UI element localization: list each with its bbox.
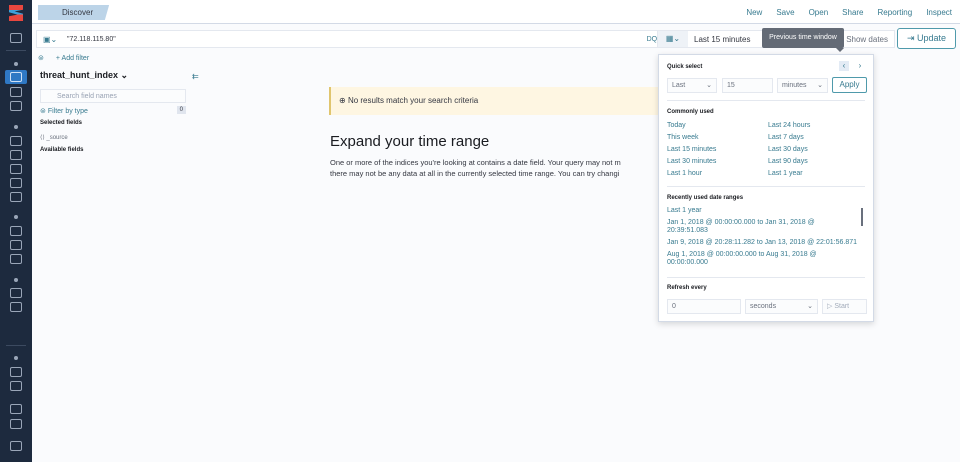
- common-last-30-minutes[interactable]: Last 30 minutes: [667, 158, 716, 165]
- common-last-7-days[interactable]: Last 7 days: [768, 134, 804, 141]
- no-results-callout: ⊕ No results match your search criteria: [329, 87, 669, 115]
- recent-range[interactable]: Jan 1, 2018 @ 00:00:00.000 to Jan 31, 20…: [667, 219, 857, 235]
- menu-open[interactable]: Open: [809, 8, 829, 17]
- refresh-unit-select[interactable]: seconds ⌄: [745, 299, 818, 314]
- tense-select[interactable]: Last ⌄: [667, 78, 717, 93]
- logo-icon: [9, 5, 23, 21]
- filter-by-type[interactable]: ⊜ Filter by type 0: [40, 106, 190, 115]
- page-title: Expand your time range: [330, 133, 490, 150]
- notebooks-icon[interactable]: [10, 150, 22, 160]
- common-last-90-days[interactable]: Last 90 days: [768, 158, 808, 165]
- saved-query-icon[interactable]: ▣⌄: [43, 35, 57, 44]
- query-input[interactable]: ▣⌄ "72.118.115.80" DQL ⚙: [36, 30, 686, 48]
- menu-save[interactable]: Save: [776, 8, 794, 17]
- common-this-week[interactable]: This week: [667, 134, 699, 141]
- info-icon[interactable]: [10, 367, 22, 377]
- stack-icon[interactable]: [10, 288, 22, 298]
- side-nav: [0, 0, 32, 462]
- dev-tools-icon[interactable]: [10, 302, 22, 312]
- available-fields-label: Available fields: [40, 147, 84, 153]
- quick-select-popover: Quick select ‹ › Last ⌄ 15 minutes ⌄ App…: [658, 54, 874, 322]
- scrollbar[interactable]: [861, 208, 863, 226]
- help-text: One or more of the indices you're lookin…: [330, 158, 621, 178]
- common-last-15-minutes[interactable]: Last 15 minutes: [667, 146, 716, 153]
- recent-range[interactable]: Last 1 year: [667, 207, 857, 215]
- dashboard-icon[interactable]: [10, 101, 22, 111]
- unit-select[interactable]: minutes ⌄: [777, 78, 828, 93]
- selected-fields-label: Selected fields: [40, 120, 83, 126]
- menu-share[interactable]: Share: [842, 8, 863, 17]
- refresh-interval-input[interactable]: 0: [667, 299, 741, 314]
- search-field-input[interactable]: Search field names: [40, 89, 186, 103]
- menu-new[interactable]: New: [746, 8, 762, 17]
- previous-arrow-icon[interactable]: ‹: [839, 61, 849, 71]
- home-icon[interactable]: [10, 33, 22, 43]
- collapse-sidebar-icon[interactable]: ⇇: [192, 72, 199, 81]
- tooltip: Previous time window: [762, 28, 844, 52]
- recent-range[interactable]: Aug 1, 2018 @ 00:00:00.000 to Aug 31, 20…: [667, 251, 857, 267]
- logs-icon[interactable]: [10, 192, 22, 202]
- filter-icon[interactable]: ⊜: [38, 55, 44, 62]
- discover-icon[interactable]: [10, 72, 22, 82]
- start-button[interactable]: ▷ Start: [822, 299, 867, 314]
- common-last-30-days[interactable]: Last 30 days: [768, 146, 808, 153]
- alerts-icon[interactable]: [10, 240, 22, 250]
- user-icon[interactable]: [10, 419, 22, 429]
- analytics-icon[interactable]: [10, 226, 22, 236]
- index-pattern-selector[interactable]: threat_hunt_index ⌄: [40, 70, 190, 81]
- common-last-24-hours[interactable]: Last 24 hours: [768, 122, 810, 129]
- menu-reporting[interactable]: Reporting: [878, 8, 913, 17]
- apply-button[interactable]: Apply: [832, 77, 867, 93]
- collapse-icon[interactable]: [10, 441, 22, 451]
- update-button[interactable]: ⇥ Update: [897, 28, 956, 49]
- settings-icon[interactable]: [10, 404, 22, 414]
- calendar-icon[interactable]: ▦⌄: [658, 31, 688, 47]
- common-last-1-hour[interactable]: Last 1 hour: [667, 170, 702, 177]
- next-arrow-icon[interactable]: ›: [855, 61, 865, 71]
- alerting-icon[interactable]: [10, 136, 22, 146]
- security-icon[interactable]: [10, 254, 22, 264]
- common-last-1-year[interactable]: Last 1 year: [768, 170, 803, 177]
- reports-icon[interactable]: [10, 164, 22, 174]
- show-dates-button[interactable]: Show dates: [846, 35, 888, 44]
- book-icon[interactable]: [10, 381, 22, 391]
- add-filter-button[interactable]: + Add filter: [56, 55, 89, 62]
- menu-inspect[interactable]: Inspect: [926, 8, 952, 17]
- common-today[interactable]: Today: [667, 122, 686, 129]
- visualize-icon[interactable]: [10, 87, 22, 97]
- recent-ranges-list: Last 1 year Jan 1, 2018 @ 00:00:00.000 t…: [667, 207, 857, 271]
- amount-input[interactable]: 15: [722, 78, 773, 93]
- breadcrumb[interactable]: Discover: [38, 5, 110, 20]
- monitoring-icon[interactable]: [10, 178, 22, 188]
- top-bar: Discover New Save Open Share Reporting I…: [32, 0, 960, 24]
- recent-range[interactable]: Jan 9, 2018 @ 20:28:11.282 to Jan 13, 20…: [667, 239, 857, 247]
- field-source[interactable]: ⟨⟩ _source: [40, 134, 190, 141]
